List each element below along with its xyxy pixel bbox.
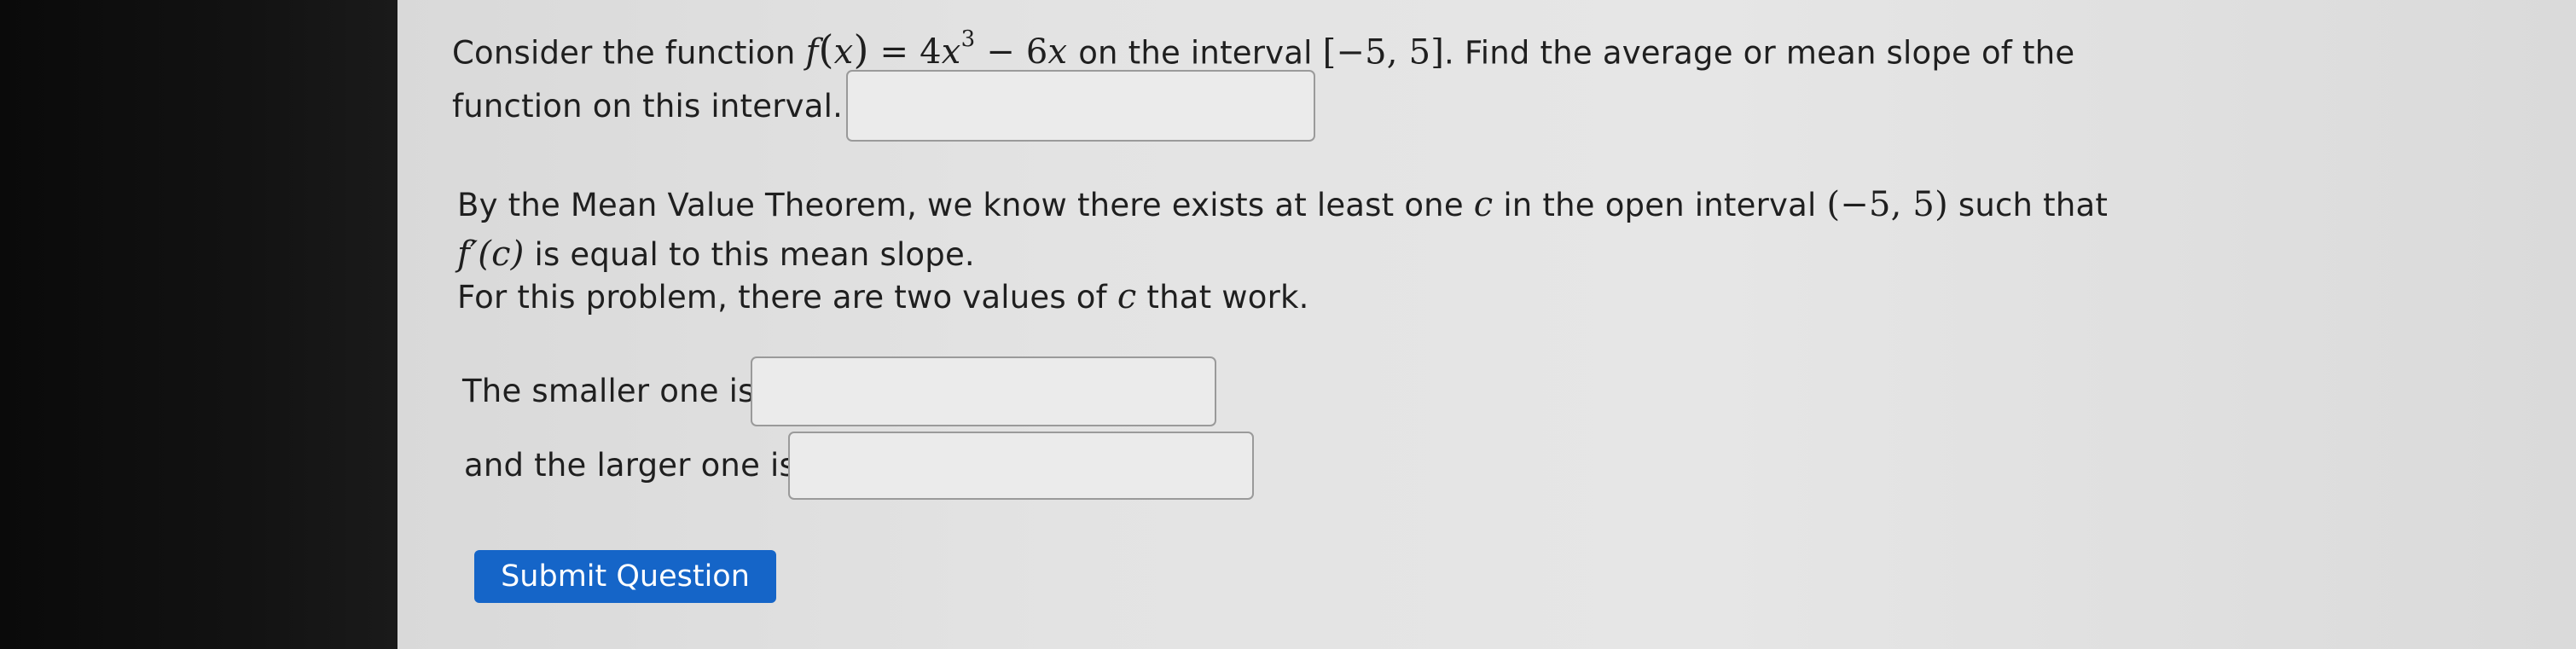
c-variable-2: c (1117, 277, 1137, 316)
question-line-2: function on this interval. (452, 88, 844, 125)
find-text: . Find the average or mean slope of the (1444, 34, 2075, 72)
mvt-line-3: For this problem, there are two values o… (457, 277, 1309, 316)
closed-interval: [−5, 5] (1322, 32, 1445, 72)
mvt-line-2: f′(c) is equal to this mean slope. (457, 235, 975, 274)
open-interval: (−5, 5) (1826, 185, 1948, 224)
larger-value-input[interactable] (788, 432, 1254, 500)
mvt-line-1: By the Mean Value Theorem, we know there… (457, 185, 2109, 224)
interval-prefix: on the interval (1078, 34, 1313, 72)
intro-text: Consider the function (452, 34, 796, 72)
function-expression: f(x) = 4x3 − 6x (805, 26, 1068, 73)
question-page: Consider the function f(x) = 4x3 − 6x on… (397, 0, 2576, 649)
submit-question-button[interactable]: Submit Question (474, 550, 776, 603)
monitor-bezel (0, 0, 397, 649)
larger-label: and the larger one is (464, 447, 796, 484)
f-prime-c: f′(c) (457, 235, 525, 274)
smaller-label: The smaller one is (462, 373, 755, 409)
mean-slope-input[interactable] (846, 70, 1315, 142)
c-variable: c (1473, 185, 1494, 224)
smaller-value-input[interactable] (751, 356, 1216, 426)
screen: Consider the function f(x) = 4x3 − 6x on… (0, 0, 2576, 649)
question-line-1: Consider the function f(x) = 4x3 − 6x on… (452, 26, 2074, 72)
